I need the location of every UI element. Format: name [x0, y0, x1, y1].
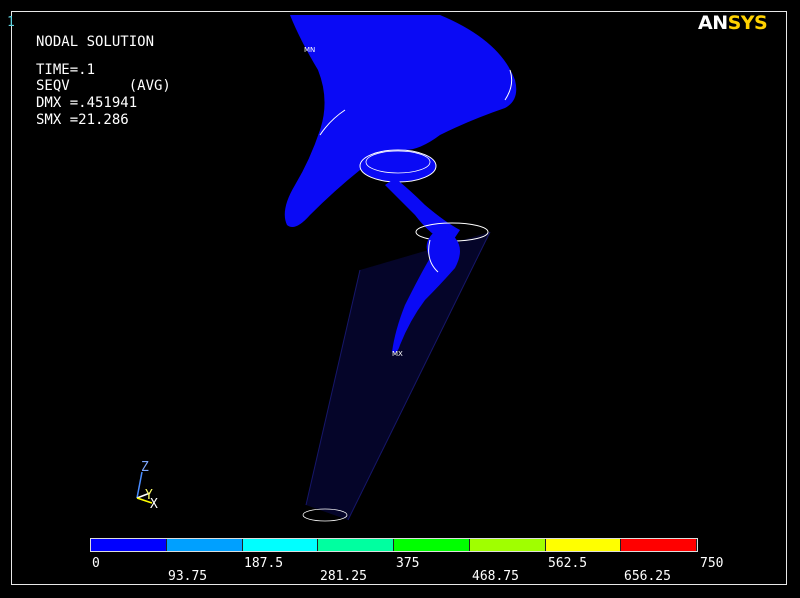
legend-color-segment [91, 539, 167, 551]
min-marker: MN [304, 46, 316, 54]
legend-color-segment [242, 539, 319, 551]
legend-tick-label: 750 [700, 556, 724, 571]
legend-tick-label: 375 [396, 556, 420, 571]
max-marker: MX [392, 350, 403, 358]
legend-tick-label: 93.75 [168, 569, 208, 584]
legend-tick-label: 562.5 [548, 556, 588, 571]
fe-model-plot [136, 15, 517, 522]
triad-z-axis [136, 471, 143, 499]
legend-color-segment [394, 539, 470, 551]
legend-color-segment [545, 539, 622, 551]
triad-z-label: Z [141, 460, 149, 475]
legend-tick-label: 0 [92, 556, 100, 571]
legend-tick-label: 468.75 [472, 569, 519, 584]
legend-color-segment [166, 539, 243, 551]
legend-color-segment [318, 539, 394, 551]
model-joint-disc [359, 149, 437, 183]
legend-tick-label: 187.5 [244, 556, 284, 571]
legend-color-segment [621, 539, 697, 551]
legend-tick-label: 281.25 [320, 569, 367, 584]
model-shaft [306, 232, 490, 520]
legend-tick-label: 656.25 [624, 569, 671, 584]
contour-legend-bar [90, 538, 698, 552]
triad-x-label: X [150, 497, 158, 512]
legend-color-segment [469, 539, 546, 551]
